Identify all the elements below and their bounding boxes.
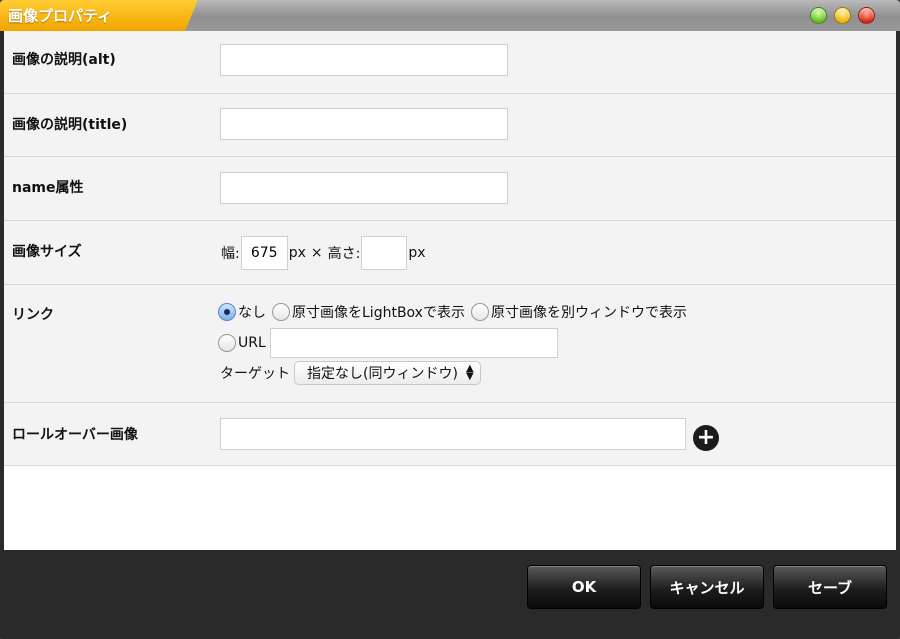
row-name: name属性 xyxy=(4,157,896,221)
dialog-content: 画像の説明(alt) 画像の説明(title) name属性 画像サイズ 幅: … xyxy=(4,31,896,550)
width-unit: px xyxy=(288,245,306,261)
rollover-input[interactable] xyxy=(220,418,686,450)
title-input[interactable] xyxy=(220,108,508,140)
title-bar[interactable]: 画像プロパティ xyxy=(0,0,900,31)
link-label: リンク xyxy=(12,307,54,323)
name-attr-label: name属性 xyxy=(12,180,84,196)
row-link: リンク なし 原寸画像をLightBoxで表示 原寸画像を別ウィンドウで表示 U… xyxy=(4,285,896,403)
radio-url[interactable] xyxy=(218,334,236,352)
link-option-new-window[interactable]: 原寸画像を別ウィンドウで表示 xyxy=(470,302,687,322)
save-button[interactable]: セーブ xyxy=(773,565,887,609)
times-sign: × xyxy=(310,245,323,261)
alt-label: 画像の説明(alt) xyxy=(12,52,116,68)
minimize-button[interactable] xyxy=(834,7,851,24)
link-option-url[interactable]: URL xyxy=(218,334,266,352)
cancel-button[interactable]: キャンセル xyxy=(650,565,764,609)
link-url-line: URL xyxy=(218,328,558,358)
link-option-none-label: なし xyxy=(238,305,266,321)
dialog-footer: OK キャンセル セーブ xyxy=(0,550,900,639)
link-option-lightbox-label: 原寸画像をLightBoxで表示 xyxy=(292,305,465,321)
size-label: 画像サイズ xyxy=(12,244,82,260)
link-option-new-window-label: 原寸画像を別ウィンドウで表示 xyxy=(490,305,687,321)
height-input[interactable] xyxy=(361,236,408,270)
size-controls: 幅: px × 高さ: px xyxy=(220,235,427,271)
close-button[interactable] xyxy=(858,7,875,24)
link-option-none[interactable]: なし xyxy=(218,302,266,322)
url-label: URL xyxy=(238,335,266,351)
alt-input[interactable] xyxy=(220,44,508,76)
ok-button[interactable]: OK xyxy=(527,565,641,609)
radio-new-window[interactable] xyxy=(470,303,489,321)
add-rollover-button[interactable]: + xyxy=(693,425,719,451)
link-options: なし 原寸画像をLightBoxで表示 原寸画像を別ウィンドウで表示 xyxy=(218,302,693,322)
row-rollover: ロールオーバー画像 + xyxy=(4,403,896,466)
plus-icon: + xyxy=(696,425,716,450)
target-select-value: 指定なし(同ウィンドウ) xyxy=(307,366,458,382)
radio-none[interactable] xyxy=(218,303,236,321)
name-input[interactable] xyxy=(220,172,508,204)
height-label: 高さ: xyxy=(327,246,361,262)
target-select[interactable]: 指定なし(同ウィンドウ) ▲ ▼ xyxy=(294,361,481,385)
title-attr-label: 画像の説明(title) xyxy=(12,117,128,133)
row-title: 画像の説明(title) xyxy=(4,94,896,157)
row-alt: 画像の説明(alt) xyxy=(4,31,896,94)
image-properties-dialog: 画像プロパティ 画像の説明(alt) 画像の説明(title) name属性 画… xyxy=(0,0,900,639)
radio-lightbox[interactable] xyxy=(272,303,290,321)
url-input[interactable] xyxy=(269,328,558,358)
select-arrows-icon: ▲ ▼ xyxy=(465,363,474,382)
target-label: ターゲット xyxy=(220,366,290,382)
rollover-label: ロールオーバー画像 xyxy=(12,427,138,443)
width-input[interactable] xyxy=(240,236,288,270)
target-line: ターゲット 指定なし(同ウィンドウ) ▲ ▼ xyxy=(220,361,481,385)
width-label: 幅: xyxy=(221,246,240,262)
height-unit: px xyxy=(408,245,426,261)
dialog-title: 画像プロパティ xyxy=(8,7,113,25)
link-option-lightbox[interactable]: 原寸画像をLightBoxで表示 xyxy=(272,302,465,322)
maximize-button[interactable] xyxy=(810,7,827,24)
row-size: 画像サイズ 幅: px × 高さ: px xyxy=(4,221,896,285)
